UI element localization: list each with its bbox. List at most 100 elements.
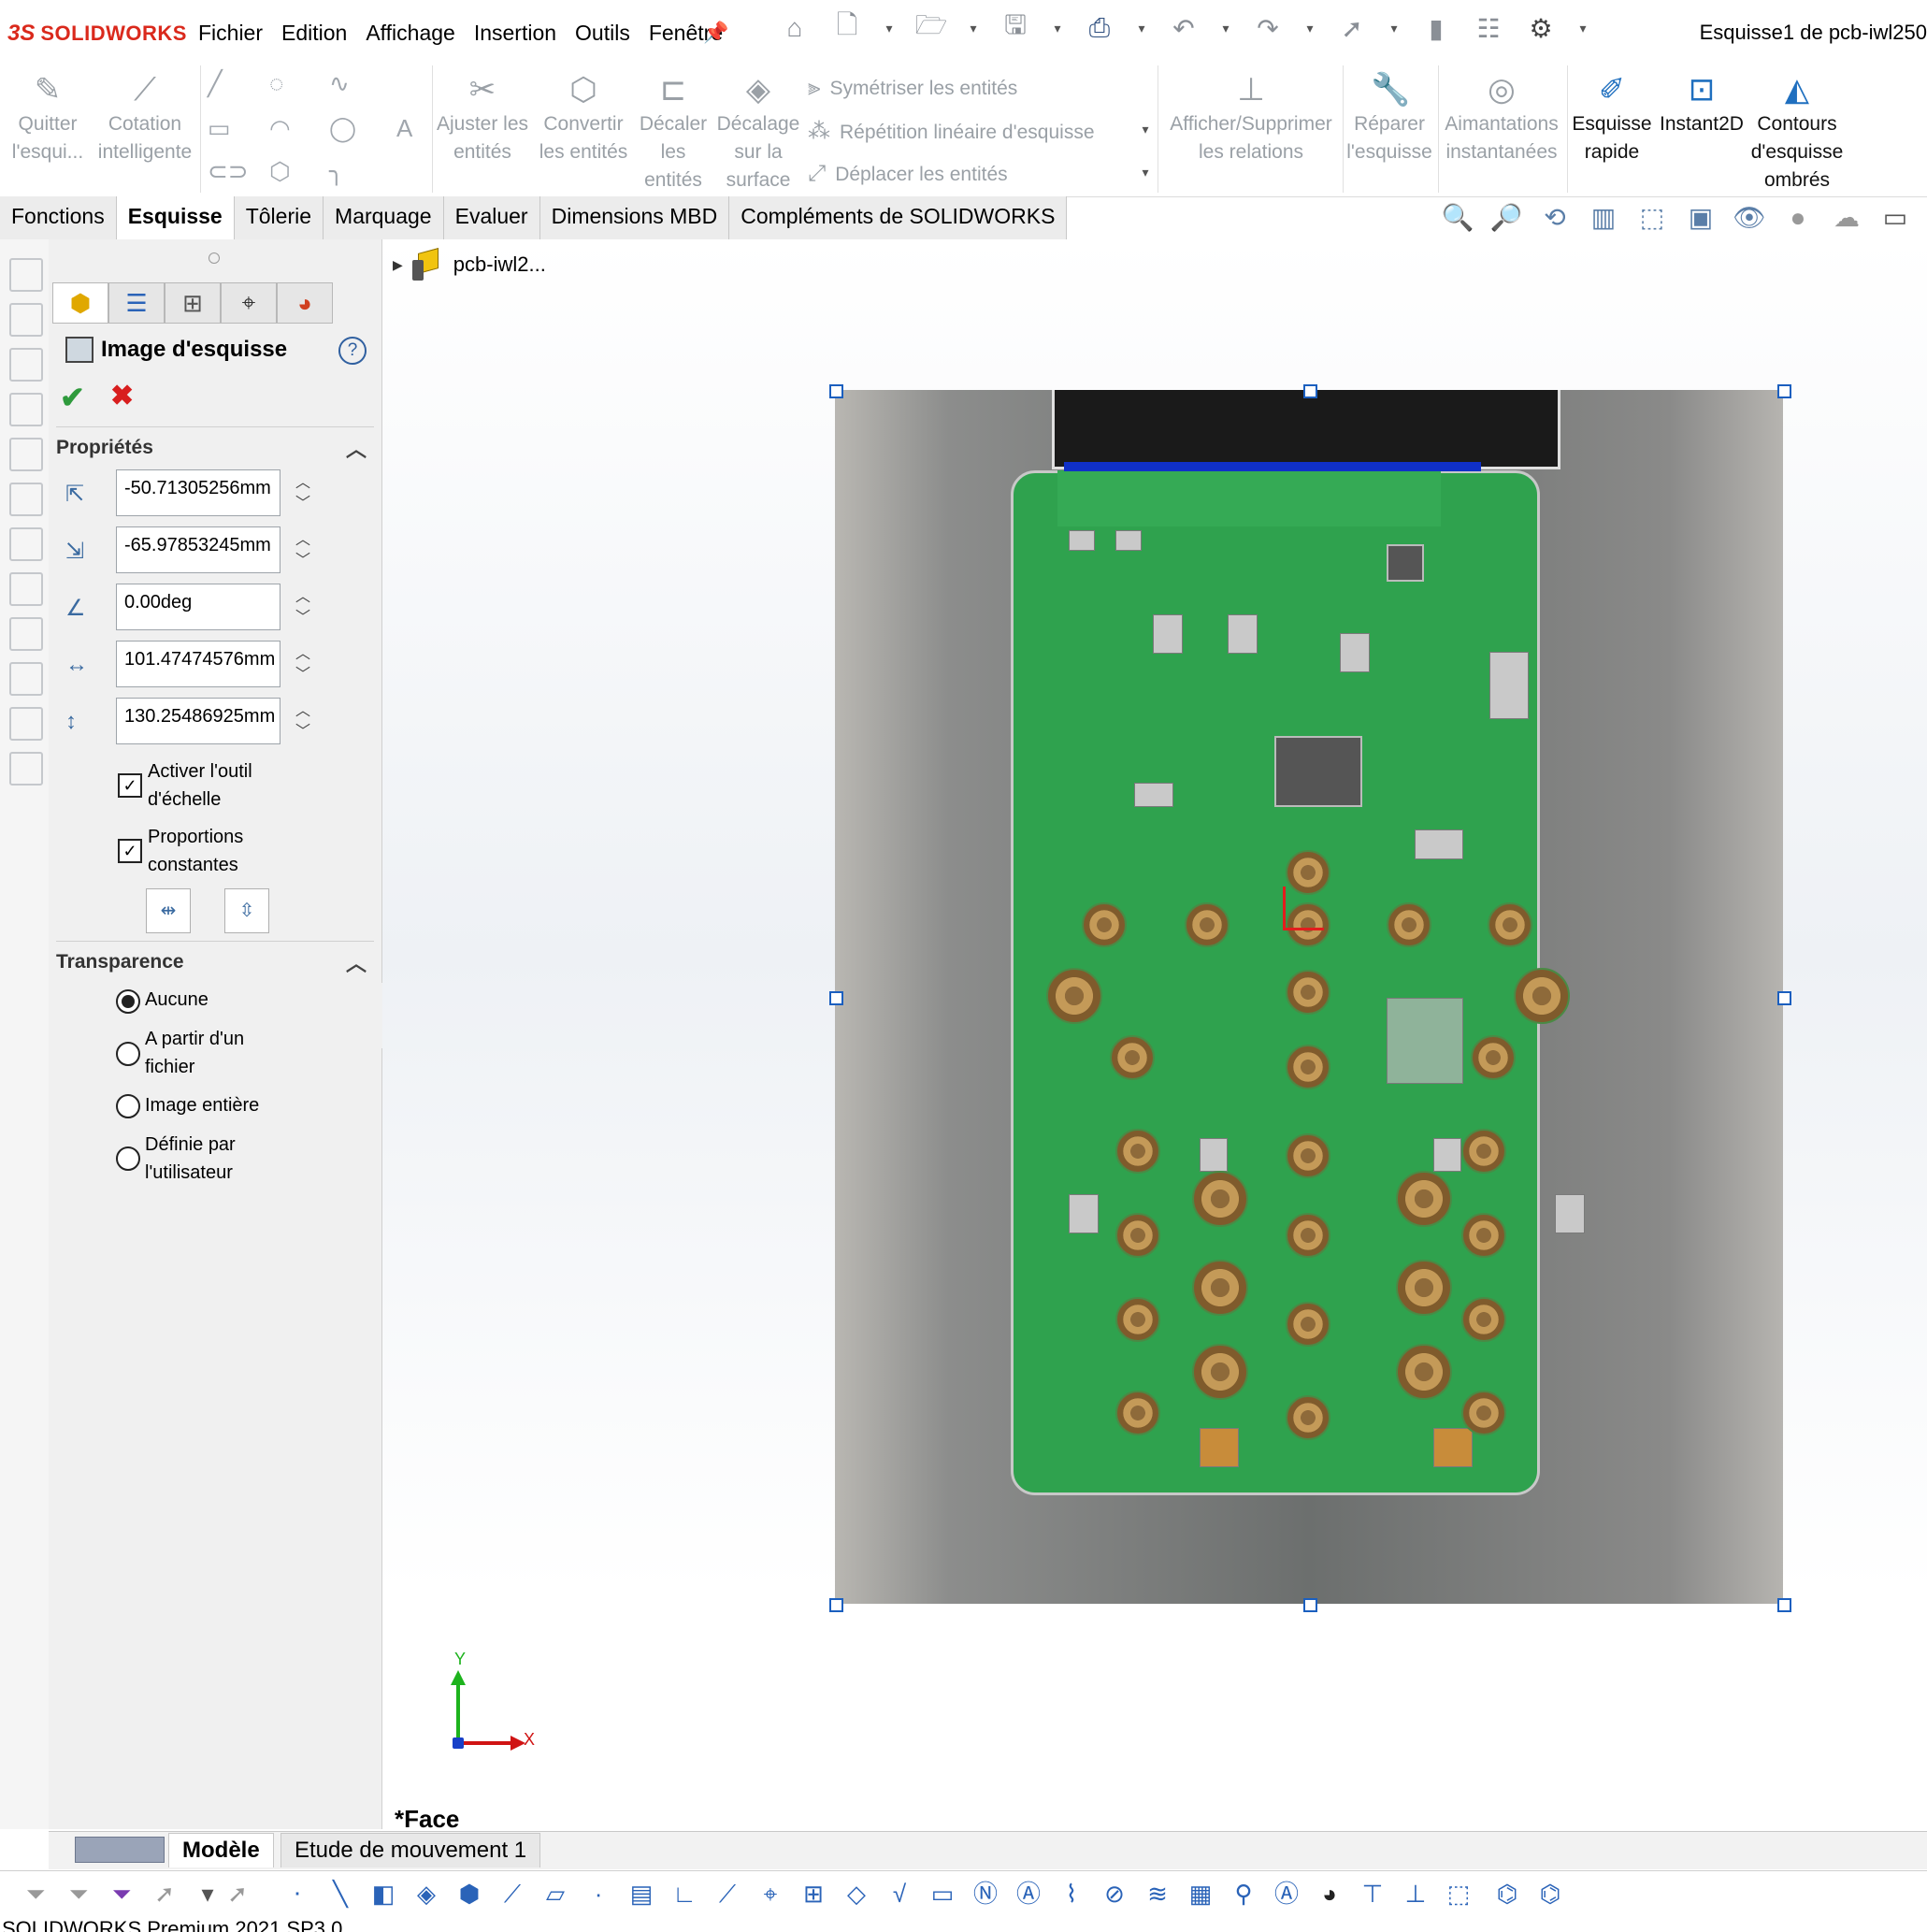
move-entities-button[interactable]: ⤢ Déplacer les entités (808, 161, 1008, 187)
rectangle-icon[interactable]: ▭ (208, 114, 231, 143)
filter-mate-icon[interactable]: ⊥ (1399, 1877, 1432, 1910)
filter-routing-points-icon[interactable]: ⊤ (1356, 1877, 1389, 1910)
feature-icon[interactable] (9, 348, 43, 382)
slot-icon[interactable]: ⊂⊃ (208, 157, 249, 186)
properties-group-header[interactable]: Propriétés ︿ (56, 426, 374, 461)
resize-handle[interactable] (1777, 991, 1791, 1005)
filter-select-all-icon[interactable]: ⏷ (105, 1877, 138, 1910)
filter-midpoints-icon[interactable]: ⟋ (711, 1877, 744, 1910)
feature-icon[interactable] (9, 617, 43, 651)
line-icon[interactable]: ╱ (208, 69, 223, 98)
resize-handle[interactable] (1777, 1598, 1791, 1612)
filter-misc-icon[interactable]: ⌬ (1490, 1877, 1524, 1910)
feature-icon[interactable] (9, 483, 43, 516)
tab-complements[interactable]: Compléments de SOLIDWORKS (729, 196, 1068, 239)
convert-entities-button[interactable]: ⬡ Convertir les entités (535, 71, 632, 166)
scene-icon[interactable]: ☁ (1829, 200, 1864, 236)
angle-field[interactable]: 0.00deg (116, 584, 280, 630)
spinner-icon[interactable]: ︿ ﹀ (295, 644, 310, 685)
solidworks-logo[interactable]: 3S SOLIDWORKS (7, 17, 187, 50)
tab-esquisse[interactable]: Esquisse (116, 196, 235, 239)
ok-check-icon[interactable]: ✔ (60, 380, 85, 415)
text-icon[interactable]: A (396, 114, 412, 143)
hide-show-icon[interactable]: 👁 (1732, 200, 1767, 236)
flip-horizontal-icon[interactable]: ⇹ (146, 888, 191, 933)
section-view-icon[interactable]: ▥ (1586, 200, 1621, 236)
filter-faces-icon[interactable]: ◧ (367, 1877, 400, 1910)
height-field[interactable]: 130.25486925mm (116, 698, 280, 744)
tab-fonctions[interactable]: Fonctions (0, 196, 117, 239)
resize-handle[interactable] (1303, 1598, 1317, 1612)
propertymanager-tab-icon[interactable]: ☰ (108, 282, 165, 324)
transparency-none-radio[interactable] (116, 989, 140, 1014)
home-icon[interactable]: ⌂ (778, 11, 812, 45)
filter-vertices-icon[interactable]: ⋅ (280, 1877, 314, 1910)
tab-dimensions-mbd[interactable]: Dimensions MBD (539, 196, 730, 239)
feature-icon[interactable] (9, 393, 43, 426)
filter-planes-icon[interactable]: ▱ (539, 1877, 572, 1910)
file-properties-icon[interactable]: ☷ (1472, 11, 1505, 45)
spinner-icon[interactable]: ︿ ﹀ (295, 473, 310, 514)
filter-dimensions-icon[interactable]: ◇ (840, 1877, 873, 1910)
resize-handle[interactable] (1303, 384, 1317, 398)
help-icon[interactable]: ? (338, 337, 367, 365)
filter-misc-icon[interactable]: ⌬ (1533, 1877, 1567, 1910)
tab-marquage[interactable]: Marquage (324, 196, 444, 239)
feature-icon[interactable] (9, 438, 43, 471)
previous-view-icon[interactable]: ⟲ (1537, 200, 1573, 236)
feature-icon[interactable] (9, 527, 43, 561)
redo-icon[interactable]: ↷ (1251, 11, 1285, 45)
save-icon[interactable]: 🖫 (999, 10, 1032, 45)
trim-entities-button[interactable]: ✂ Ajuster les entités (434, 71, 531, 166)
resize-handle[interactable] (829, 1598, 843, 1612)
filter-datum-targets-icon[interactable]: ⊘ (1098, 1877, 1131, 1910)
chevron-down-icon[interactable]: ▾ (1135, 21, 1148, 36)
offset-surface-button[interactable]: ◈ Décalage sur la surface (714, 71, 802, 195)
resize-handle[interactable] (829, 384, 843, 398)
filter-solids-icon[interactable]: ⬢ (453, 1877, 486, 1910)
options-gear-icon[interactable]: ⚙ (1524, 11, 1558, 45)
filter-blocks-icon[interactable]: ▦ (1184, 1877, 1217, 1910)
circle-icon[interactable]: ◌ (269, 69, 283, 98)
lock-aspect-ratio-checkbox[interactable]: ✓ (118, 839, 142, 863)
width-field[interactable]: 101.47474576mm (116, 641, 280, 687)
filter-mesh-icon[interactable]: ⬚ (1442, 1877, 1475, 1910)
mirror-entities-button[interactable]: ⫸ Symétriser les entités (808, 75, 1017, 101)
arc-icon[interactable]: ◠ (269, 114, 291, 143)
origin-x-field[interactable]: -50.71305256mm (116, 469, 280, 516)
transparency-user-defined-radio[interactable] (116, 1146, 140, 1171)
resize-handle[interactable] (1777, 384, 1791, 398)
expand-arrow-icon[interactable]: ▶ (393, 257, 403, 273)
feature-icon[interactable] (9, 662, 43, 696)
zoom-to-fit-icon[interactable]: 🔍 (1440, 200, 1475, 236)
pin-icon[interactable]: 📌 (703, 21, 728, 45)
rapid-sketch-button[interactable]: ✐ Esquisse rapide (1569, 71, 1655, 166)
enable-scale-tool-checkbox[interactable]: ✓ (118, 773, 142, 798)
menu-edition[interactable]: Edition (280, 17, 349, 50)
chevron-down-icon[interactable]: ▾ (1051, 21, 1064, 36)
menu-fichier[interactable]: Fichier (196, 17, 265, 50)
flyout-feature-tree[interactable]: ▶ pcb-iwl2... (393, 248, 546, 281)
select-cursor-icon[interactable]: ➚ (1335, 11, 1369, 45)
chevron-down-icon[interactable]: ▾ (1139, 165, 1152, 180)
rebuild-icon[interactable]: ▮ (1419, 11, 1453, 45)
spinner-icon[interactable]: ︿ ﹀ (295, 530, 310, 571)
feature-icon[interactable] (9, 258, 43, 292)
undo-icon[interactable]: ↶ (1167, 11, 1201, 45)
filter-surfaces-icon[interactable]: ◈ (410, 1877, 443, 1910)
shaded-contours-button[interactable]: ◭ Contours d'esquisse ombrés (1748, 71, 1846, 195)
featuremanager-tab-icon[interactable]: ⬢ (52, 282, 108, 324)
spinner-icon[interactable]: ︿ ﹀ (295, 587, 310, 628)
tab-model[interactable]: Modèle (168, 1833, 274, 1867)
tab-motion-study[interactable]: Etude de mouvement 1 (280, 1833, 541, 1867)
transparency-full-image-radio[interactable] (116, 1094, 140, 1118)
filter-points-icon[interactable]: ∙ (582, 1877, 615, 1910)
print-icon[interactable]: ⎙ (1083, 11, 1116, 45)
repair-sketch-button[interactable]: 🔧 Réparer l'esquisse (1345, 71, 1434, 166)
filter-clear-icon[interactable]: ⏷ (62, 1877, 95, 1910)
ellipse-icon[interactable]: ◯ (329, 114, 356, 143)
filter-select-icon[interactable]: ➚ (221, 1877, 254, 1910)
filter-connection-points-icon[interactable]: Ⓐ (1270, 1877, 1303, 1910)
filter-cosmetic-threads-icon[interactable]: ≋ (1141, 1877, 1174, 1910)
resize-handle[interactable] (829, 991, 843, 1005)
